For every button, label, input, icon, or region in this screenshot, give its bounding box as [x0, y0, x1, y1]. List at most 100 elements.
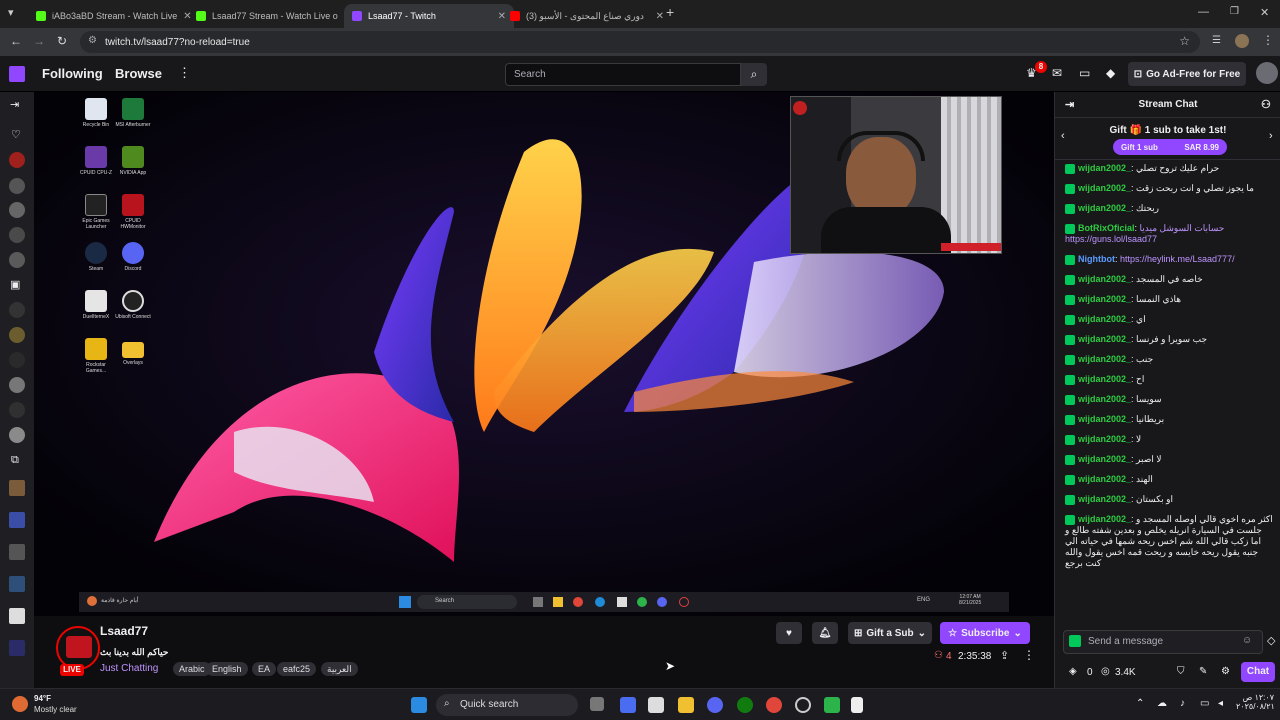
mic-icon[interactable]: ♪ [1180, 698, 1185, 709]
chat-username[interactable]: wijdan2002_ [1078, 434, 1131, 444]
chat-username[interactable]: wijdan2002_ [1078, 474, 1131, 484]
browser-tab[interactable]: Lsaad77 Stream - Watch Live o ✕ [188, 4, 358, 28]
search-button[interactable]: ⌕ [741, 63, 767, 86]
twitch-logo-icon[interactable] [9, 66, 25, 82]
browser-tab[interactable]: (3) دوري صناع المحتوى - الأسبو ✕ [502, 4, 672, 28]
chat-username[interactable]: wijdan2002_ [1078, 374, 1131, 384]
desktop-icon[interactable]: CPUID CPU-Z [78, 146, 114, 176]
browser-menu-icon[interactable]: ⋮ [1262, 33, 1274, 47]
chat-username[interactable]: wijdan2002_ [1078, 394, 1131, 404]
channel-avatar[interactable] [9, 178, 25, 194]
chat-username[interactable]: wijdan2002_ [1078, 183, 1131, 193]
back-icon[interactable]: ← [10, 34, 22, 48]
category-thumbnail[interactable] [9, 576, 25, 592]
desktop-icon[interactable]: Ubisoft Connect [115, 290, 151, 320]
obs-icon[interactable] [795, 697, 811, 713]
bits-icon[interactable]: ◇ [1267, 634, 1275, 647]
close-icon[interactable]: ✕ [656, 11, 664, 22]
chat-username[interactable]: wijdan2002_ [1078, 163, 1131, 173]
search-input[interactable]: Search [505, 63, 741, 86]
chat-username[interactable]: wijdan2002_ [1078, 294, 1131, 304]
windows-start-icon[interactable] [411, 697, 427, 713]
desktop-icon[interactable]: Epic Games Launcher [78, 194, 114, 230]
tag-chip[interactable]: EA [252, 662, 277, 676]
chat-username[interactable]: wijdan2002_ [1078, 494, 1131, 504]
chat-username[interactable]: wijdan2002_ [1078, 274, 1131, 284]
desktop-icon[interactable]: NVIDIA App [115, 146, 151, 176]
network-icon[interactable]: ☁ [1157, 698, 1167, 709]
chat-username[interactable]: wijdan2002_ [1078, 354, 1131, 364]
channel-avatar[interactable] [9, 327, 25, 343]
notifications-button[interactable]: 🔔︎ [812, 622, 838, 644]
share-icon[interactable]: ⇪ [1000, 649, 1009, 662]
maximize-button[interactable]: ❐ [1230, 6, 1239, 17]
whispers-icon[interactable]: ▭ [1079, 66, 1090, 80]
chat-link[interactable]: https://heylink.me/Lsaad777/ [1120, 254, 1235, 264]
channel-avatar[interactable] [9, 352, 25, 368]
chat-send-button[interactable]: Chat [1241, 662, 1275, 682]
user-avatar[interactable] [1256, 62, 1278, 84]
category-thumbnail[interactable] [9, 640, 25, 656]
ad-free-button[interactable]: ⊡ Go Ad-Free for Free [1128, 62, 1246, 86]
tag-chip[interactable]: العربية [321, 662, 358, 676]
subscribe-button[interactable]: ☆ Subscribe ⌄ [940, 622, 1030, 644]
inbox-icon[interactable]: ✉ [1052, 66, 1062, 80]
emote-icon[interactable]: ☺ [1242, 635, 1252, 646]
tab-search-icon[interactable]: ▾ [8, 6, 14, 19]
app-icon[interactable] [824, 697, 840, 713]
reload-icon[interactable]: ↻ [57, 34, 67, 48]
chat-username[interactable]: wijdan2002_ [1078, 454, 1131, 464]
discord-icon[interactable] [707, 697, 723, 713]
gift-sub-button[interactable]: ⊞ Gift a Sub ⌄ [848, 622, 932, 644]
desktop-icon[interactable]: DuelIterneX [78, 290, 114, 320]
channel-avatar[interactable] [9, 227, 25, 243]
forward-icon[interactable]: → [33, 34, 45, 48]
url-field[interactable]: ⚙ twitch.tv/lsaad77?no-reload=true ☆ [80, 31, 1200, 53]
task-view-icon[interactable] [590, 697, 604, 711]
browser-tab[interactable]: iABo3aBD Stream - Watch Live ✕ [28, 4, 198, 28]
desktop-icon[interactable]: Recycle Bin [78, 98, 114, 128]
site-info-icon[interactable]: ⚙ [88, 35, 97, 46]
desktop-icon[interactable]: Discord [115, 242, 151, 272]
channel-avatar[interactable] [9, 202, 25, 218]
channel-avatar[interactable] [9, 252, 25, 268]
chat-username[interactable]: wijdan2002_ [1078, 203, 1131, 213]
desktop-icon[interactable]: MSI Afterburner [115, 98, 151, 128]
video-player[interactable]: Recycle Bin MSI Afterburner CPUID CPU-Z … [34, 92, 1054, 616]
display-icon[interactable]: ▭ [1200, 698, 1209, 709]
category-thumbnail[interactable] [9, 480, 25, 496]
chrome-icon[interactable] [766, 697, 782, 713]
reading-list-icon[interactable]: ☰ [1212, 35, 1221, 46]
community-icon[interactable]: ⚇ [1261, 92, 1271, 118]
channel-avatar[interactable] [9, 402, 25, 418]
bits-icon[interactable]: ◆ [1106, 66, 1115, 80]
desktop-icon[interactable]: CPUID HWMonitor [115, 194, 151, 230]
file-explorer-icon[interactable] [678, 697, 694, 713]
desktop-icon[interactable]: Rockstar Games... [78, 338, 114, 374]
bookmark-star-icon[interactable]: ☆ [1179, 34, 1190, 48]
shield-icon[interactable]: ⛉ [1177, 666, 1185, 677]
more-options-icon[interactable]: ⋮ [1023, 648, 1035, 662]
expand-sidebar-icon[interactable]: ⇥ [10, 98, 19, 111]
tag-chip[interactable]: Arabic [173, 662, 211, 676]
chat-username[interactable]: wijdan2002_ [1078, 314, 1131, 324]
more-menu-icon[interactable]: ⋮ [178, 65, 191, 81]
copilot-icon[interactable] [620, 697, 636, 713]
chevron-right-icon[interactable]: › [1269, 130, 1273, 142]
os-search-box[interactable]: ⌕ Quick search [436, 694, 578, 716]
tag-chip[interactable]: English [206, 662, 248, 676]
gift-one-sub-button[interactable]: Gift 1 sub SAR 8.99 [1113, 139, 1227, 155]
category-thumbnail[interactable] [9, 608, 25, 624]
volume-icon[interactable]: ◂ [1218, 698, 1223, 709]
store-icon[interactable] [648, 697, 664, 713]
chat-username[interactable]: wijdan2002_ [1078, 414, 1131, 424]
minimize-button[interactable]: — [1198, 6, 1209, 18]
browser-tab-active[interactable]: Lsaad77 - Twitch ✕ [344, 4, 514, 28]
app-icon[interactable] [851, 697, 863, 713]
channel-avatar[interactable] [9, 377, 25, 393]
chat-username[interactable]: BotRixOficial [1078, 223, 1135, 233]
xbox-icon[interactable] [737, 697, 753, 713]
channel-name[interactable]: Lsaad77 [100, 624, 148, 638]
chat-username[interactable]: wijdan2002_ [1078, 334, 1131, 344]
new-tab-button[interactable]: + [666, 4, 674, 20]
